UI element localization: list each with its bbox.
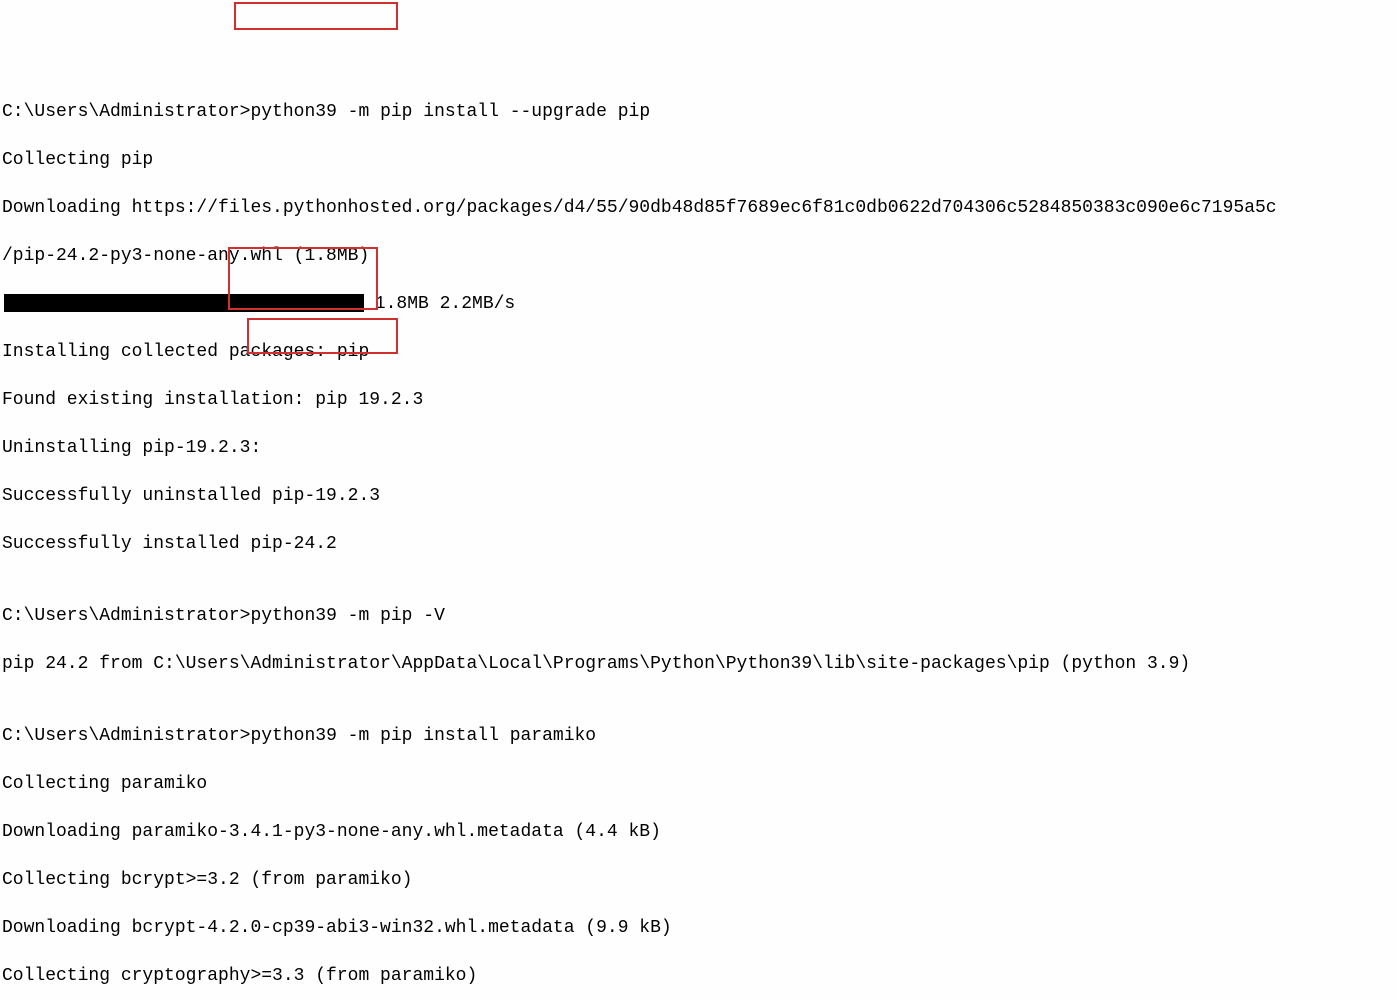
terminal-line: Installing collected packages: pip — [2, 340, 1395, 364]
terminal-line: Collecting bcrypt>=3.2 (from paramiko) — [2, 868, 1395, 892]
command-text: python39 -m pip install --upgrade pip — [250, 102, 650, 122]
terminal-line: Downloading bcrypt-4.2.0-cp39-abi3-win32… — [2, 916, 1395, 940]
progress-bar — [4, 294, 364, 312]
command-text: python39 -m pip install paramiko — [250, 726, 596, 746]
prompt-text: C:\Users\Administrator> — [2, 102, 250, 122]
terminal-line: Collecting pip — [2, 148, 1395, 172]
terminal-line: Uninstalling pip-19.2.3: — [2, 436, 1395, 460]
terminal-line: C:\Users\Administrator>python39 -m pip i… — [2, 724, 1395, 748]
terminal-line: /pip-24.2-py3-none-any.whl (1.8MB) — [2, 244, 1395, 268]
command-text: python39 -m pip -V — [250, 606, 444, 626]
terminal-line: Collecting paramiko — [2, 772, 1395, 796]
terminal-line: pip 24.2 from C:\Users\Administrator\App… — [2, 652, 1395, 676]
terminal-line: C:\Users\Administrator>python39 -m pip i… — [2, 100, 1395, 124]
terminal-line: Successfully installed pip-24.2 — [2, 532, 1395, 556]
prompt-text: C:\Users\Administrator> — [2, 606, 250, 626]
highlight-annotation — [234, 2, 398, 30]
terminal-line: Found existing installation: pip 19.2.3 — [2, 388, 1395, 412]
terminal-line: C:\Users\Administrator>python39 -m pip -… — [2, 604, 1395, 628]
terminal-line: Successfully uninstalled pip-19.2.3 — [2, 484, 1395, 508]
terminal-line: Downloading paramiko-3.4.1-py3-none-any.… — [2, 820, 1395, 844]
progress-text: 1.8MB 2.2MB/s — [364, 294, 515, 314]
prompt-text: C:\Users\Administrator> — [2, 726, 250, 746]
terminal-line: Collecting cryptography>=3.3 (from param… — [2, 964, 1395, 988]
terminal-line: 1.8MB 2.2MB/s — [2, 292, 1395, 316]
terminal-line: Downloading https://files.pythonhosted.o… — [2, 196, 1395, 220]
